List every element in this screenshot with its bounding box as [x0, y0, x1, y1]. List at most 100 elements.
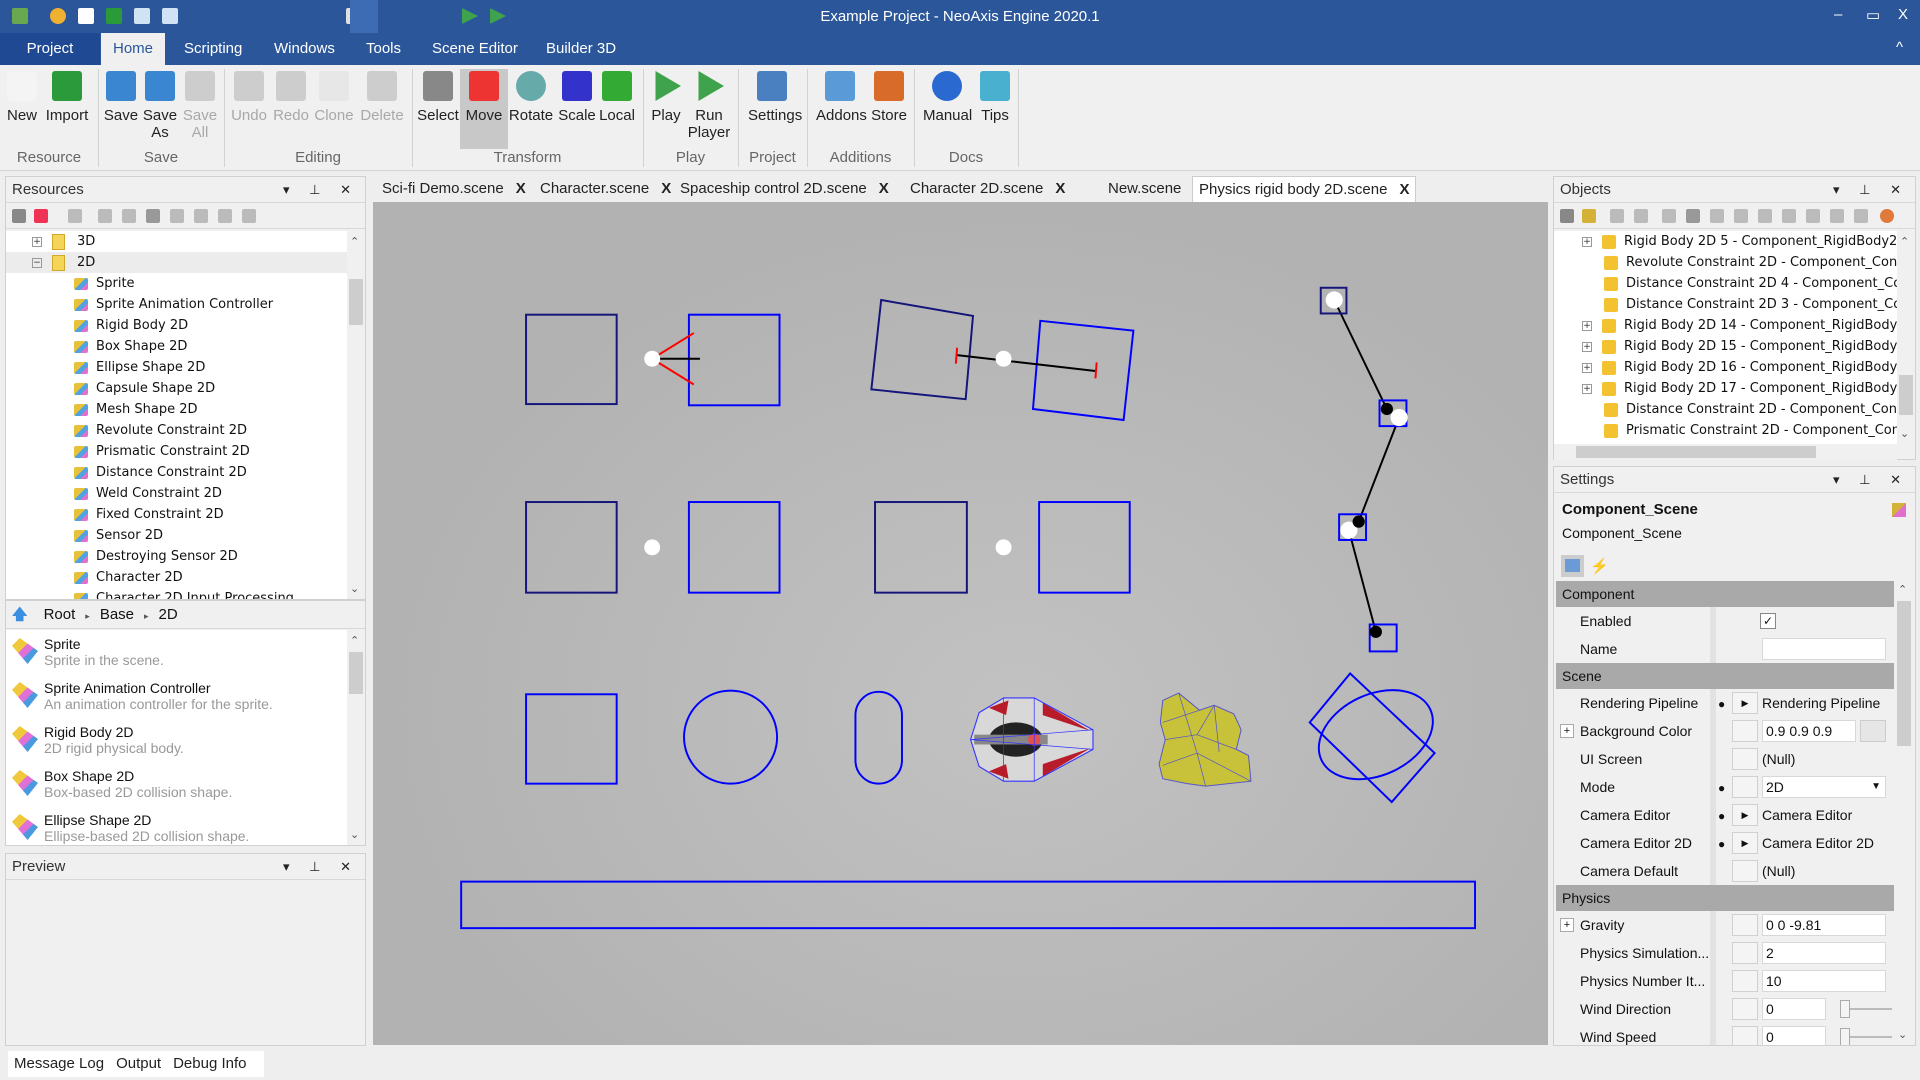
new-object-icon[interactable]: [1662, 209, 1676, 223]
column-splitter[interactable]: [1710, 939, 1716, 967]
open-icon[interactable]: [98, 209, 112, 223]
expand-reference-button[interactable]: ▶: [1732, 804, 1758, 826]
expand-icon[interactable]: +: [1582, 341, 1592, 352]
up-arrow-icon[interactable]: 🡅: [12, 606, 27, 623]
column-splitter[interactable]: [1710, 635, 1716, 663]
search-icon[interactable]: [1880, 209, 1894, 223]
gravity-input[interactable]: 0 0 -9.81: [1762, 914, 1886, 936]
column-splitter[interactable]: [1710, 773, 1716, 801]
tree-item[interactable]: Revolute Constraint 2D: [6, 420, 347, 441]
scene-tab[interactable]: Character 2D.scene X: [904, 176, 1071, 202]
tree-folder-2d[interactable]: − 2D: [6, 252, 347, 273]
column-splitter[interactable]: [1710, 801, 1716, 829]
add-component-icon[interactable]: [1582, 209, 1596, 223]
scene-tab[interactable]: Spaceship control 2D.scene X: [674, 176, 895, 202]
close-tab-icon[interactable]: X: [879, 180, 889, 197]
list-item[interactable]: Ellipse Shape 2D Ellipse-based 2D collisi…: [6, 806, 347, 845]
cut-icon[interactable]: [1806, 209, 1820, 223]
tab-project[interactable]: Project: [0, 33, 100, 65]
resources-scrollbar[interactable]: ⌃ ⌄: [347, 231, 365, 599]
bottom-tab-debug-info[interactable]: Debug Info: [173, 1055, 246, 1072]
column-splitter[interactable]: [1710, 607, 1716, 635]
tab-scene-editor[interactable]: Scene Editor: [420, 33, 530, 65]
tree-item[interactable]: Weld Constraint 2D: [6, 483, 347, 504]
bottom-tab-message-log[interactable]: Message Log: [14, 1055, 104, 1072]
rename-icon[interactable]: [170, 209, 184, 223]
column-splitter[interactable]: [1710, 995, 1716, 1023]
manual-button[interactable]: Manual: [923, 69, 972, 124]
properties-view-button[interactable]: [1561, 555, 1584, 577]
reference-button[interactable]: [1732, 942, 1758, 964]
tree-item[interactable]: Character 2D Input Processing: [6, 588, 347, 599]
tree-folder-3d[interactable]: +3D: [6, 231, 347, 252]
reference-button[interactable]: [1732, 860, 1758, 882]
window-icon[interactable]: [1634, 209, 1648, 223]
restore-button[interactable]: ▭: [1866, 6, 1880, 24]
tree-item[interactable]: Box Shape 2D: [6, 336, 347, 357]
new-resource-icon[interactable]: [122, 209, 136, 223]
close-tab-icon[interactable]: X: [516, 180, 526, 197]
move-down-icon[interactable]: [1782, 209, 1796, 223]
column-splitter[interactable]: [1710, 689, 1716, 717]
panel-controls[interactable]: ▾ ⊥ ✕: [283, 177, 359, 203]
tab-tools[interactable]: Tools: [354, 33, 413, 65]
close-tab-icon[interactable]: X: [1399, 181, 1409, 198]
tab-builder-3d[interactable]: Builder 3D: [534, 33, 628, 65]
column-splitter[interactable]: [1710, 745, 1716, 773]
tree-item[interactable]: Character 2D: [6, 567, 347, 588]
paste-icon[interactable]: [1854, 209, 1868, 223]
enabled-checkbox[interactable]: ✓: [1760, 613, 1776, 629]
close-tab-icon[interactable]: X: [1055, 180, 1065, 197]
list-item[interactable]: Rigid Body 2D 2D rigid physical body.: [6, 718, 347, 762]
events-lightning-icon[interactable]: ⚡: [1590, 557, 1609, 575]
scene-viewport[interactable]: [373, 202, 1548, 1045]
bottom-tab-output[interactable]: Output: [116, 1055, 161, 1072]
copy-icon[interactable]: [218, 209, 232, 223]
column-splitter[interactable]: [1710, 717, 1716, 745]
scene-tab[interactable]: Physics rigid body 2D.scene X: [1192, 176, 1417, 202]
expand-icon[interactable]: +: [1582, 320, 1592, 331]
physics-number-it-input[interactable]: 10: [1762, 970, 1886, 992]
create-icon[interactable]: [34, 209, 48, 223]
close-tab-icon[interactable]: X: [661, 180, 671, 197]
tree-item[interactable]: Rigid Body 2D: [6, 315, 347, 336]
object-tree-item[interactable]: + Rigid Body 2D 5 - Component_RigidBody2D: [1554, 231, 1897, 252]
cut-icon[interactable]: [194, 209, 208, 223]
tree-item[interactable]: Sprite Animation Controller: [6, 294, 347, 315]
panel-controls[interactable]: ▾ ⊥ ✕: [1833, 467, 1909, 493]
tree-item[interactable]: Destroying Sensor 2D: [6, 546, 347, 567]
tab-scripting[interactable]: Scripting: [172, 33, 254, 65]
column-splitter[interactable]: [1710, 1023, 1716, 1045]
slider-thumb[interactable]: [1840, 1028, 1850, 1045]
expand-property-button[interactable]: +: [1560, 724, 1574, 738]
import-button[interactable]: Import: [43, 69, 91, 124]
edit-icon[interactable]: [1610, 209, 1624, 223]
scene-canvas[interactable]: [373, 202, 1548, 1045]
physics-simulation-input[interactable]: 2: [1762, 942, 1886, 964]
column-splitter[interactable]: [1710, 857, 1716, 885]
reference-button[interactable]: [1732, 1026, 1758, 1045]
tree-item[interactable]: Distance Constraint 2D: [6, 462, 347, 483]
objects-hscrollbar[interactable]: [1554, 444, 1897, 460]
expand-icon[interactable]: +: [32, 236, 42, 247]
close-window-button[interactable]: X: [1898, 6, 1908, 23]
edit-icon[interactable]: [68, 209, 82, 223]
breadcrumb-item[interactable]: 2D: [159, 606, 178, 623]
paste-icon[interactable]: [242, 209, 256, 223]
object-tree-item[interactable]: Revolute Constraint 2D - Component_Const…: [1554, 252, 1897, 273]
play-button[interactable]: Play: [642, 69, 690, 124]
object-tree-item[interactable]: Distance Constraint 2D 3 - Component_Con…: [1554, 294, 1897, 315]
undo-button[interactable]: Undo: [225, 69, 273, 124]
local-button[interactable]: Local: [593, 69, 641, 124]
expand-icon[interactable]: +: [1582, 236, 1592, 247]
tree-item[interactable]: Capsule Shape 2D: [6, 378, 347, 399]
resource-list-scrollbar[interactable]: ⌃ ⌄: [347, 630, 365, 845]
tools-icon[interactable]: [12, 209, 26, 223]
reference-button[interactable]: [1732, 998, 1758, 1020]
reference-button[interactable]: [1732, 748, 1758, 770]
list-item[interactable]: Sprite Sprite in the scene.: [6, 630, 347, 674]
wind-speed-input[interactable]: 0: [1762, 1026, 1826, 1045]
tree-item[interactable]: Fixed Constraint 2D: [6, 504, 347, 525]
tree-item[interactable]: Prismatic Constraint 2D: [6, 441, 347, 462]
category-physics[interactable]: Physics: [1556, 885, 1894, 911]
